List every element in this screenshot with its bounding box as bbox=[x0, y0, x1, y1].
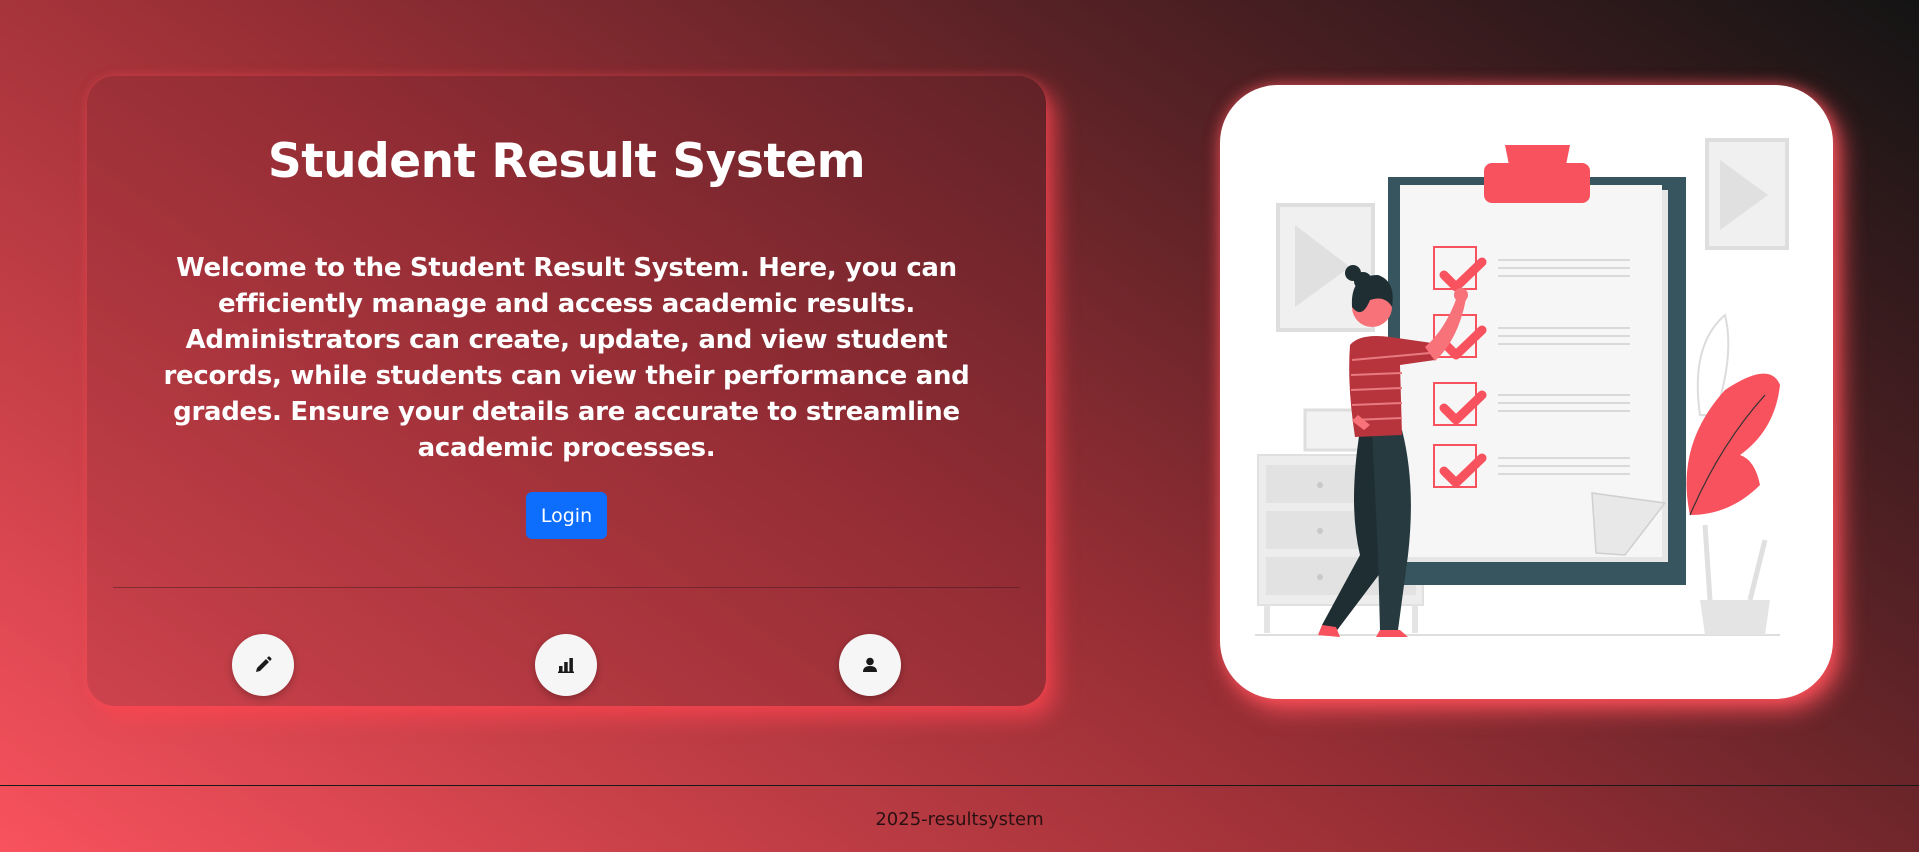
footer-text: 2025-resultsystem bbox=[875, 808, 1044, 830]
page-title: Student Result System bbox=[267, 134, 866, 189]
edit-results-button[interactable] bbox=[232, 634, 294, 696]
student-profile-button[interactable] bbox=[839, 634, 901, 696]
hero-card: Student Result System Welcome to the Stu… bbox=[87, 76, 1046, 706]
view-statistics-button[interactable] bbox=[535, 634, 597, 696]
footer: 2025-resultsystem bbox=[0, 785, 1919, 852]
user-icon bbox=[863, 657, 877, 672]
pencil-icon bbox=[256, 656, 272, 672]
illustration-card bbox=[1220, 85, 1833, 699]
clipboard-checklist-illustration bbox=[1255, 138, 1789, 637]
bar-chart-icon bbox=[558, 658, 574, 673]
hero-description: Welcome to the Student Result System. He… bbox=[163, 253, 970, 463]
login-button[interactable]: Login bbox=[526, 492, 607, 539]
card-divider bbox=[113, 587, 1020, 588]
